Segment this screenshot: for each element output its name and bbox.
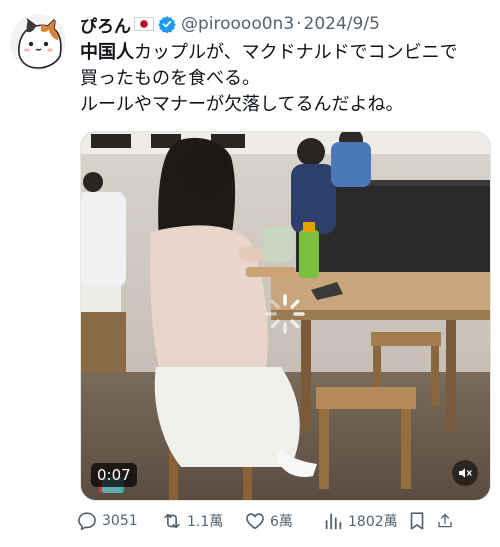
tweet-actions-bar: 3051 1.1萬 6萬 1802萬 — [76, 508, 490, 534]
reply-button[interactable]: 3051 — [76, 510, 161, 532]
heart-icon — [246, 513, 264, 530]
loading-spinner-icon — [263, 292, 307, 336]
user-handle[interactable]: @piroooo0n3 — [181, 14, 294, 34]
tweet-text-segment: 買ったものを食べる。 — [80, 68, 260, 89]
retweet-count: 1.1萬 — [187, 514, 224, 530]
tweet-text-line: ルールやマナーが欠落してるんだよね。 — [80, 92, 492, 118]
meta-separator: · — [296, 14, 302, 34]
views-chart-icon — [325, 513, 342, 530]
tweet-text-emphasis: 中国人 — [80, 42, 134, 63]
views-button[interactable]: 1802萬 — [322, 510, 406, 532]
reply-icon — [78, 512, 96, 531]
like-count: 6萬 — [270, 514, 293, 530]
calico-cat-avatar-image — [10, 14, 66, 70]
view-count: 1802萬 — [348, 514, 398, 530]
bookmark-icon — [410, 512, 424, 530]
verified-badge-icon — [158, 15, 176, 33]
bookmark-button[interactable] — [406, 510, 436, 532]
retweet-button[interactable]: 1.1萬 — [161, 510, 244, 532]
tweet-text-line: 買ったものを食べる。 — [80, 66, 492, 92]
post-date[interactable]: 2024/9/5 — [304, 14, 380, 34]
display-name[interactable]: ぴろん — [80, 12, 131, 37]
retweet-icon — [164, 513, 180, 529]
share-icon — [438, 513, 452, 528]
tweet-text: 中国人カップルが、マクドナルドでコンビニで 買ったものを食べる。 ルールやマナー… — [80, 40, 492, 118]
muted-speaker-icon[interactable] — [452, 460, 478, 486]
japan-flag-icon — [134, 17, 154, 31]
tweet-header: ぴろん @piroooo0n3 · 2024/9/5 — [80, 12, 490, 37]
avatar[interactable] — [10, 14, 66, 70]
share-button[interactable] — [436, 510, 458, 532]
like-button[interactable]: 6萬 — [244, 510, 322, 532]
tweet-text-segment: ルールやマナーが欠落してるんだよね。 — [80, 94, 404, 115]
tweet-text-line: 中国人カップルが、マクドナルドでコンビニで — [80, 40, 492, 66]
reply-count: 3051 — [102, 513, 138, 529]
video-player[interactable]: 0:07 — [80, 131, 491, 501]
tweet-text-segment: カップルが、マクドナルドでコンビニで — [134, 42, 458, 63]
video-duration-badge: 0:07 — [91, 463, 137, 487]
